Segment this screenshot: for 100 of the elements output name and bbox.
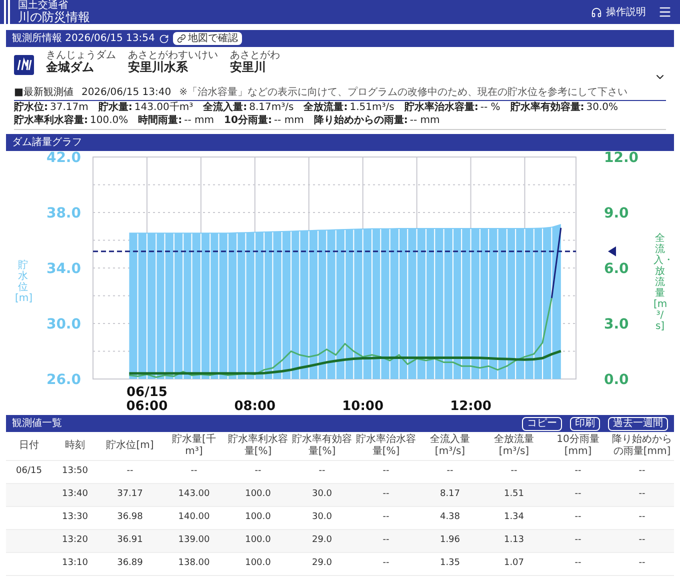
tick-label: 6.0 <box>604 261 629 277</box>
table-cell-text: 1.13 <box>504 534 524 548</box>
table-cell-text: 100.0 <box>245 488 271 502</box>
measure-label: 全流入量: <box>203 101 248 114</box>
station-name: 金城ダム <box>46 61 95 73</box>
table-cell-text: 13:10 <box>62 557 88 570</box>
column-header: 貯水量[千m³] <box>171 434 217 458</box>
column-header: 全放流量[m³/s] <box>493 434 535 458</box>
tick-label: 30.0 <box>46 316 81 332</box>
tick-label: 42.0 <box>46 151 81 166</box>
refresh-icon[interactable] <box>158 34 169 44</box>
table-cell-text: 36.91 <box>117 534 143 548</box>
measure-value: -- mm <box>184 114 214 127</box>
tick-label: 3.0 <box>604 316 629 332</box>
latest-time: 2026/06/15 13:40 <box>81 86 172 100</box>
axis-label: 貯水位[m] <box>15 260 31 304</box>
table-cell-text: -- <box>382 465 390 478</box>
table-cell-text: 13:20 <box>62 534 88 548</box>
table-cell-text: -- <box>638 534 646 548</box>
measure-label: 時間雨量: <box>138 114 182 127</box>
measure-value: -- mm <box>274 114 304 127</box>
logo-icon <box>14 55 34 75</box>
measure-value: 37.17m <box>50 101 88 114</box>
tick-label: 12:00 <box>450 399 492 413</box>
tick-label: 12.0 <box>604 151 639 166</box>
toolbar-button[interactable]: 印刷 <box>570 416 600 430</box>
measure-value: 8.17m³/s <box>249 101 294 114</box>
station-name: 安里川水系 <box>128 61 189 73</box>
measure-label: 貯水量: <box>98 101 132 114</box>
tick-label: 9.0 <box>604 206 629 222</box>
table-cell-text: 13:40 <box>62 488 88 502</box>
table-cell-text: 100.0 <box>245 557 271 570</box>
table-cell-text: 138.00 <box>178 557 210 570</box>
map-button[interactable]: 地図で確認 <box>172 32 242 45</box>
toolbar-button[interactable]: 過去一週間 <box>608 416 668 430</box>
table-cell-text: -- <box>318 465 326 478</box>
measure-label: 貯水率有効容量: <box>510 101 584 114</box>
table-cell-text: 36.98 <box>117 511 143 524</box>
table-cell-text: 1.51 <box>504 488 524 502</box>
tick-label: 0.0 <box>604 372 629 388</box>
table-cell-text: 8.17 <box>440 488 460 502</box>
table-cell-text: 140.00 <box>178 511 210 524</box>
measure-label: 貯水率利水容量: <box>14 114 88 127</box>
table-cell-text: -- <box>638 488 646 502</box>
table-cell-text: -- <box>382 488 390 502</box>
table-cell-text: 143.00 <box>178 488 210 502</box>
measure-label: 10分雨量: <box>224 114 272 127</box>
measure-label: 貯水位: <box>14 101 48 114</box>
section-title: 観測所情報 2026/06/15 13:54 <box>12 34 155 44</box>
table-cell-text: 06/15 <box>16 465 42 478</box>
table-cell-text: -- <box>638 465 646 478</box>
furigana: きんじょうダム <box>46 51 116 61</box>
table-cell-text: 100.0 <box>245 534 271 548</box>
section-title: 観測値一覧 <box>12 418 62 428</box>
table-cell-text: -- <box>190 465 198 478</box>
table-cell-text: -- <box>638 557 646 570</box>
column-header: 貯水率利水容量[%] <box>227 434 289 458</box>
table-cell-text: 1.07 <box>504 557 524 570</box>
table-cell-text: 29.0 <box>312 557 332 570</box>
link-icon <box>176 34 186 43</box>
column-header: 貯水位[m] <box>105 440 155 452</box>
table-cell-text: 30.0 <box>312 488 332 502</box>
table-cell-text: -- <box>446 465 454 478</box>
table-cell-text: 100.0 <box>245 511 271 524</box>
tick-label: 26.0 <box>46 372 81 388</box>
column-header: 日付 <box>18 440 40 452</box>
column-header: 全流入量[m³/s] <box>429 434 471 458</box>
help-button[interactable]: 操作説明 <box>591 4 646 20</box>
tick-label: 10:00 <box>342 399 384 413</box>
furigana: あさとがわ <box>230 51 280 61</box>
section-title: ダム諸量グラフ <box>12 138 82 148</box>
measure-value: 100.0% <box>90 114 128 127</box>
column-header: 10分雨量[mm] <box>556 434 600 458</box>
table-cell-text: 29.0 <box>312 534 332 548</box>
site-title: 川の防災情報 <box>18 11 90 23</box>
note-text: ※「治水容量」などの表示に向けて、プログラムの改修中のため、現在の貯水位を参考にして下さい <box>179 88 628 98</box>
measure-label: 全放流量: <box>304 101 348 114</box>
table-cell-text: 1.35 <box>440 557 460 570</box>
table-cell-text: -- <box>510 465 518 478</box>
station-name: 安里川 <box>230 61 267 73</box>
table-cell-text: 4.38 <box>440 511 460 524</box>
measure-value: 1.51m³/s <box>350 101 394 114</box>
column-header: 時刻 <box>64 440 86 452</box>
measure-value: -- % <box>480 101 500 114</box>
latest-label: ■最新観測値 <box>14 86 74 100</box>
table-cell-text: -- <box>382 511 390 524</box>
table-cell-text: 1.96 <box>440 534 460 548</box>
table-cell-text: 36.89 <box>117 557 143 570</box>
furigana: あさとがわすいけい <box>128 51 218 61</box>
measure-value: 30.0% <box>586 101 618 114</box>
toolbar-button[interactable]: コピー <box>522 416 562 430</box>
table-cell-text: 1.34 <box>504 511 524 524</box>
measure-label: 貯水率治水容量: <box>404 101 478 114</box>
table-cell-text: -- <box>126 465 134 478</box>
menu-icon[interactable] <box>658 5 672 19</box>
column-header: 貯水率治水容量[%] <box>355 434 417 458</box>
column-header: 降り始めからの雨量[mm] <box>611 434 673 458</box>
table-cell-text: 13:50 <box>62 465 88 478</box>
table-cell-text: -- <box>574 465 582 478</box>
table-cell-text: -- <box>574 488 582 502</box>
